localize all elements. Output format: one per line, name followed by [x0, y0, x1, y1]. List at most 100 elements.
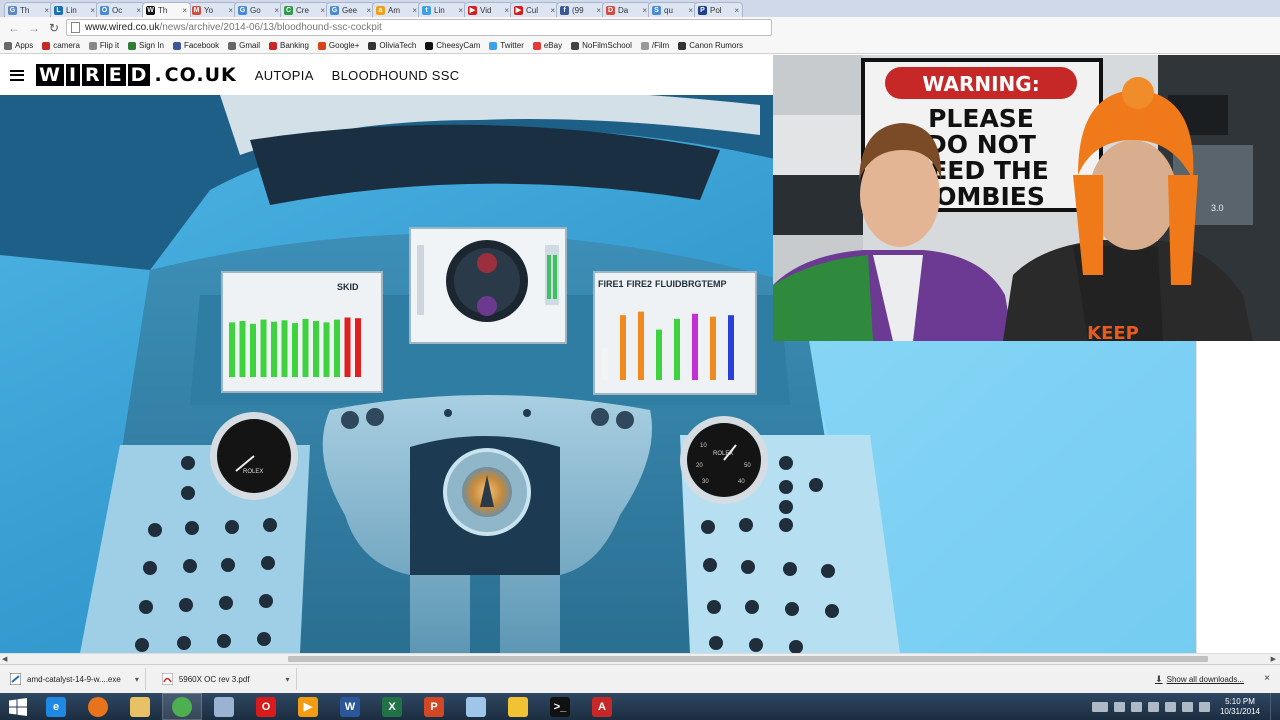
bookmark-item[interactable]: camera [42, 41, 80, 50]
browser-tab[interactable]: D Da × [602, 2, 651, 17]
browser-tab[interactable]: f (99 × [556, 2, 605, 17]
close-downloads-icon[interactable]: × [1264, 673, 1270, 684]
console-knob [821, 564, 835, 578]
download-item-pdf[interactable]: 5960X OC rev 3.pdf ▾ [156, 668, 297, 690]
bookmark-item[interactable]: Apps [4, 41, 33, 50]
bookmark-item[interactable]: /Film [640, 41, 669, 50]
bookmark-item[interactable]: CheesyCam [425, 41, 480, 50]
scroll-left-icon[interactable]: ◀ [2, 655, 7, 663]
installer-icon [10, 673, 21, 685]
bookmark-item[interactable]: NoFilmSchool [571, 41, 632, 50]
tab-close-icon[interactable]: × [136, 6, 141, 15]
keyboard-icon[interactable] [1091, 701, 1108, 712]
display-level-bar [313, 321, 319, 377]
tab-close-icon[interactable]: × [412, 6, 417, 15]
taskbar-app-opera[interactable]: O [246, 693, 286, 720]
browser-tab[interactable]: G Go × [234, 2, 283, 17]
show-desktop-button[interactable] [1270, 693, 1280, 720]
nav-bloodhound-ssc[interactable]: BLOODHOUND SSC [332, 68, 460, 83]
browser-tab[interactable]: G Gee × [326, 2, 375, 17]
display-level-bar [620, 315, 626, 380]
tab-close-icon[interactable]: × [90, 6, 95, 15]
tab-close-icon[interactable]: × [320, 6, 325, 15]
tab-close-icon[interactable]: × [228, 6, 233, 15]
clock[interactable]: 5:10 PM 10/31/2014 [1220, 697, 1260, 717]
browser-tab[interactable]: t Lin × [418, 2, 467, 17]
bookmark-item[interactable]: Facebook [172, 41, 219, 50]
tray-icon[interactable] [1130, 701, 1142, 712]
tab-close-icon[interactable]: × [458, 6, 463, 15]
scroll-thumb[interactable] [288, 656, 1208, 662]
download-menu-icon[interactable]: ▾ [286, 675, 290, 684]
browser-tab[interactable]: P Pol × [694, 2, 743, 17]
tab-close-icon[interactable]: × [596, 6, 601, 15]
bookmark-item[interactable]: Google+ [317, 41, 359, 50]
show-all-downloads-link[interactable]: ⬇ Show all downloads... [1155, 674, 1244, 685]
browser-tab[interactable]: L Lin × [50, 2, 99, 17]
tab-close-icon[interactable]: × [504, 6, 509, 15]
download-item-exe[interactable]: amd-catalyst-14-9-w....exe ▾ [4, 668, 146, 690]
bookmark-item[interactable]: Gmail [228, 41, 260, 50]
tab-favicon-icon: G [8, 5, 17, 15]
tray-icon[interactable] [1198, 701, 1210, 712]
taskbar-app-vlc[interactable]: ▶ [288, 693, 328, 720]
console-knob [809, 478, 823, 492]
scroll-right-icon[interactable]: ▶ [1271, 655, 1276, 663]
volume-icon[interactable] [1164, 701, 1176, 712]
taskbar-app-notepad[interactable] [456, 693, 496, 720]
download-menu-icon[interactable]: ▾ [135, 675, 139, 684]
browser-tab[interactable]: G Th × [4, 2, 53, 17]
opera-icon: O [256, 696, 276, 717]
browser-tab[interactable]: O Oc × [96, 2, 145, 17]
bookmark-item[interactable]: Canon Rumors [678, 41, 743, 50]
cmd-icon: >_ [550, 696, 570, 717]
taskbar-app-ie[interactable]: e [36, 693, 76, 720]
bookmark-item[interactable]: Flip it [88, 41, 119, 50]
bookmark-item[interactable]: eBay [532, 41, 562, 50]
browser-tab[interactable]: a Am × [372, 2, 421, 17]
tab-close-icon[interactable]: × [366, 6, 371, 15]
acrobat-icon: A [592, 696, 612, 717]
browser-tab[interactable]: ▶ Cul × [510, 2, 559, 17]
tab-close-icon[interactable]: × [734, 6, 739, 15]
taskbar-app-acrobat[interactable]: A [582, 693, 622, 720]
display-level-bar [281, 320, 288, 377]
tray-icon[interactable] [1181, 701, 1193, 712]
browser-tab[interactable]: W Th × [142, 2, 191, 17]
reload-icon[interactable]: ↻ [46, 20, 62, 36]
menu-icon[interactable] [10, 69, 24, 81]
nav-autopia[interactable]: AUTOPIA [255, 68, 314, 83]
browser-tab[interactable]: Squ × [648, 2, 697, 17]
taskbar-app-excel[interactable]: X [372, 693, 412, 720]
tab-close-icon[interactable]: × [688, 6, 693, 15]
tab-close-icon[interactable]: × [44, 6, 49, 15]
forward-icon[interactable]: → [26, 20, 42, 36]
taskbar-app-photo[interactable] [204, 693, 244, 720]
taskbar-app-powerpoint[interactable]: P [414, 693, 454, 720]
back-icon[interactable]: ← [6, 20, 22, 36]
tray-icon[interactable] [1113, 701, 1125, 712]
bookmark-item[interactable]: Sign In [128, 41, 164, 50]
network-icon[interactable] [1147, 701, 1159, 712]
tab-close-icon[interactable]: × [550, 6, 555, 15]
bookmark-item[interactable]: Twitter [489, 41, 524, 50]
wired-logo[interactable]: W I R E D. CO.UK [36, 64, 237, 86]
taskbar-app-firefox[interactable] [78, 693, 118, 720]
taskbar-app-cmd[interactable]: >_ [540, 693, 580, 720]
address-bar[interactable]: www.wired.co.uk/news/archive/2014-06/13/… [66, 19, 772, 36]
taskbar-app-wallet[interactable] [498, 693, 538, 720]
bookmark-item[interactable]: OliviaTech [368, 41, 416, 50]
taskbar-app-explorer[interactable] [120, 693, 160, 720]
horizontal-scrollbar[interactable]: ◀ ▶ [0, 653, 1280, 664]
bookmark-item[interactable]: Banking [268, 41, 309, 50]
browser-tab[interactable]: ▶ Vid × [464, 2, 513, 17]
tab-close-icon[interactable]: × [274, 6, 279, 15]
tab-favicon-icon: ▶ [468, 5, 477, 15]
tab-close-icon[interactable]: × [642, 6, 647, 15]
browser-tab[interactable]: M Yo × [188, 2, 237, 17]
browser-tab[interactable]: C Cre × [280, 2, 329, 17]
taskbar-app-chrome[interactable] [162, 693, 202, 720]
start-button[interactable] [0, 693, 36, 720]
taskbar-app-word[interactable]: W [330, 693, 370, 720]
tab-close-icon[interactable]: × [182, 6, 187, 15]
